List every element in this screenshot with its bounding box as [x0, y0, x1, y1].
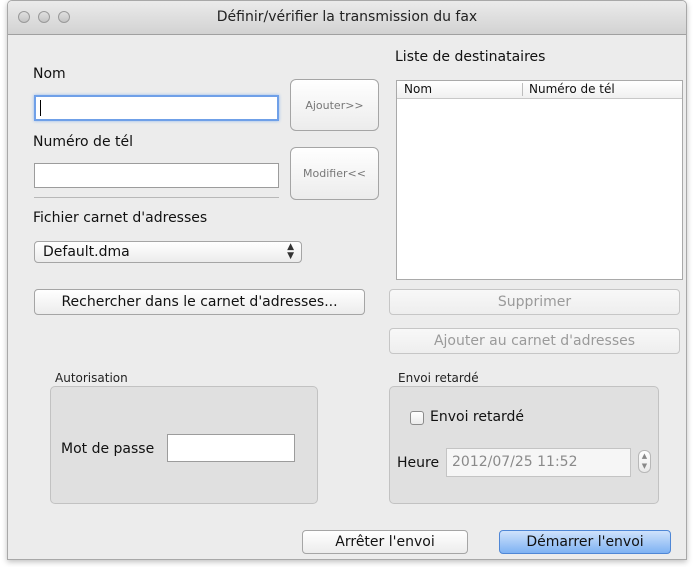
phone-label: Numéro de tél [33, 134, 134, 150]
window-title: Définir/vérifier la transmission du fax [216, 9, 478, 25]
recipients-list-title: Liste de destinataires [395, 49, 546, 65]
search-addressbook-button[interactable]: Rechercher dans le carnet d'adresses... [34, 289, 365, 315]
divider [34, 197, 279, 198]
addressbook-file-value: Default.dma [43, 244, 130, 260]
delayed-send-checkbox-label[interactable]: Envoi retardé [430, 409, 524, 425]
add-to-addressbook-button[interactable]: Ajouter au carnet d'adresses [389, 328, 680, 354]
add-recipient-button[interactable]: Ajouter>> [290, 79, 379, 131]
name-input[interactable] [34, 95, 279, 121]
column-header-name[interactable]: Nom [404, 82, 432, 96]
popup-arrows-icon: ▲ ▼ [287, 242, 294, 261]
time-label: Heure [397, 455, 440, 471]
title-bar: Définir/vérifier la transmission du fax [8, 1, 686, 35]
delayed-send-checkbox[interactable] [410, 411, 424, 425]
time-stepper-icon[interactable]: ▲ ▼ [638, 450, 651, 473]
phone-input[interactable] [34, 163, 279, 188]
fax-dialog-window: Définir/vérifier la transmission du fax … [7, 0, 687, 560]
addressbook-file-label: Fichier carnet d'adresses [33, 210, 208, 226]
start-sending-button[interactable]: Démarrer l'envoi [499, 530, 671, 554]
column-separator [522, 83, 523, 96]
recipients-table-header: Nom Numéro de tél [397, 81, 682, 99]
recipients-table[interactable]: Nom Numéro de tél [396, 80, 683, 280]
password-label: Mot de passe [61, 441, 155, 457]
stop-sending-button[interactable]: Arrêter l'envoi [302, 530, 468, 554]
modify-recipient-button[interactable]: Modifier<< [290, 147, 379, 200]
time-field[interactable]: 2012/07/25 11:52 [446, 448, 631, 477]
column-header-phone[interactable]: Numéro de tél [529, 82, 615, 96]
delete-button[interactable]: Supprimer [389, 289, 680, 315]
name-label: Nom [33, 66, 66, 82]
delayed-group-title: Envoi retardé [398, 371, 479, 385]
delayed-send-group: Envoi retardé Heure 2012/07/25 11:52 ▲ ▼ [389, 386, 659, 504]
authorization-group-title: Autorisation [55, 371, 128, 385]
text-caret [40, 100, 41, 116]
addressbook-file-select[interactable]: Default.dma ▲ ▼ [34, 241, 302, 263]
password-input[interactable] [167, 434, 295, 462]
authorization-group: Mot de passe [50, 386, 318, 504]
